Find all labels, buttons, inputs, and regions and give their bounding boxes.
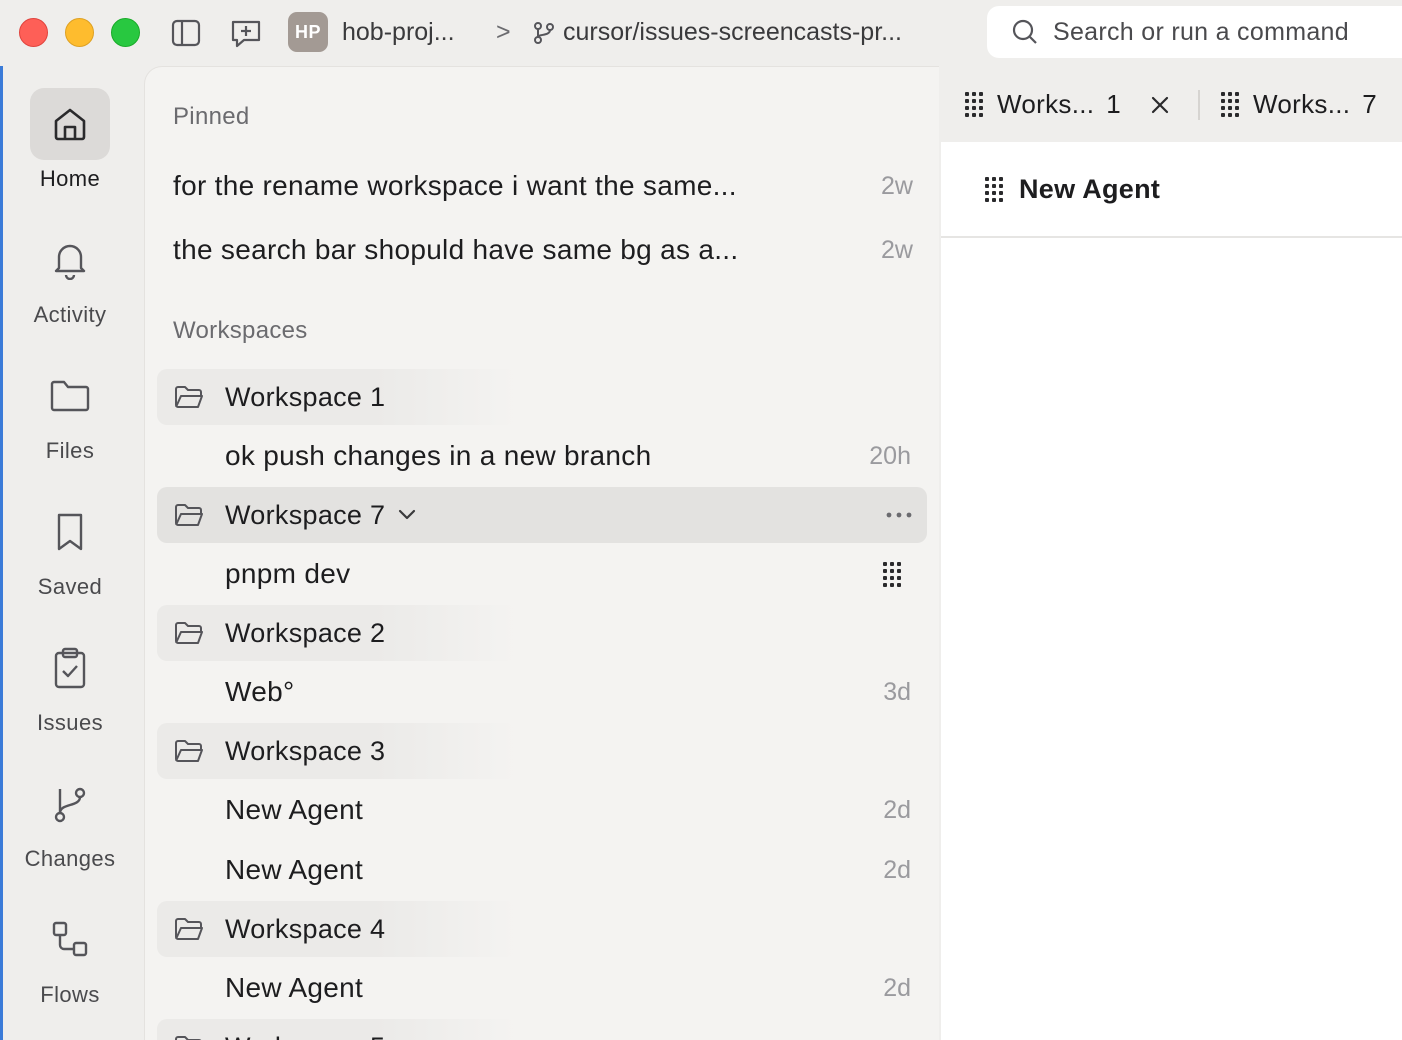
command-search[interactable]: Search or run a command — [987, 6, 1402, 58]
sidebar-toggle-icon[interactable] — [168, 15, 204, 51]
workspace-name: Workspace 3 — [225, 735, 386, 766]
nav-item-saved[interactable]: Saved — [0, 496, 140, 600]
agent-grid-icon — [985, 176, 1003, 202]
folder-open-icon — [174, 619, 206, 647]
pinned-item-title: the search bar shopuld have same bg as a… — [173, 234, 739, 265]
session-item[interactable]: New Agent 2d — [225, 845, 911, 895]
folder-icon — [30, 360, 110, 432]
agent-panel: Works... 1 Works... 7 New Agent — [941, 66, 1402, 1040]
tab-bar: Works... 1 Works... 7 — [941, 66, 1402, 142]
folder-open-icon — [174, 1033, 206, 1040]
nav-item-activity[interactable]: Activity — [0, 224, 140, 328]
workspace-name: Workspace 5 — [225, 1032, 385, 1040]
folder-open-icon — [174, 915, 206, 943]
workspace-row[interactable]: Workspace 2 — [157, 605, 517, 661]
nav-item-flows[interactable]: Flows — [0, 904, 140, 1008]
search-placeholder: Search or run a command — [1053, 17, 1349, 46]
nav-label-issues: Issues — [37, 710, 103, 735]
workspace-row[interactable]: Workspace 5 — [157, 1019, 517, 1040]
session-item[interactable]: ok push changes in a new branch 20h — [225, 431, 911, 481]
nav-item-files[interactable]: Files — [0, 360, 140, 464]
workspace-row[interactable]: Workspace 1 — [157, 369, 517, 425]
workspace-name: Workspace 1 — [225, 381, 386, 412]
close-tab-icon[interactable] — [1147, 92, 1173, 118]
project-name[interactable]: hob-proj... — [342, 16, 455, 48]
agent-header: New Agent — [941, 142, 1402, 238]
tab-workspace-1[interactable]: Works... 1 — [965, 84, 1121, 124]
pinned-item[interactable]: the search bar shopuld have same bg as a… — [173, 225, 913, 275]
nav-label-saved: Saved — [37, 574, 103, 599]
minimize-window-button[interactable] — [65, 18, 94, 47]
nav-rail: Home Activity Files Saved Issues Changes… — [0, 66, 142, 1040]
running-indicator-icon — [883, 561, 901, 587]
close-window-button[interactable] — [19, 18, 48, 47]
flow-icon — [30, 904, 110, 976]
nav-label-activity: Activity — [33, 302, 107, 327]
session-time: 20h — [869, 441, 911, 470]
git-branch-icon — [30, 768, 110, 840]
pinned-item-time: 2w — [881, 171, 913, 200]
session-item[interactable]: pnpm dev — [225, 549, 911, 599]
folder-open-icon — [174, 501, 206, 529]
tab-number: 1 — [1106, 88, 1122, 119]
tab-number: 7 — [1362, 88, 1378, 119]
bell-icon — [30, 224, 110, 296]
pinned-section-label: Pinned — [173, 103, 250, 130]
session-item[interactable]: New Agent 2d — [225, 785, 911, 835]
chevron-down-icon[interactable] — [397, 508, 417, 522]
sessions-panel: Pinned for the rename workspace i want t… — [144, 66, 939, 1040]
session-time: 2d — [883, 855, 911, 884]
workspace-row-selected[interactable]: Workspace 7 — [157, 487, 927, 543]
nav-label-home: Home — [39, 166, 101, 191]
folder-open-icon — [174, 737, 206, 765]
folder-open-icon — [174, 383, 206, 411]
workspace-name: Workspace 2 — [225, 617, 386, 648]
workspace-row[interactable]: Workspace 3 — [157, 723, 517, 779]
session-time: 2d — [883, 795, 911, 824]
home-icon — [30, 88, 110, 160]
more-options-icon[interactable] — [885, 501, 913, 529]
workspace-name: Workspace 4 — [225, 913, 386, 944]
session-title: ok push changes in a new branch — [225, 440, 652, 471]
pinned-item-time: 2w — [881, 235, 913, 264]
tab-separator — [1198, 90, 1200, 120]
nav-label-changes: Changes — [24, 846, 116, 871]
pinned-item[interactable]: for the rename workspace i want the same… — [173, 161, 913, 211]
zoom-window-button[interactable] — [111, 18, 140, 47]
agent-title: New Agent — [1019, 173, 1161, 204]
nav-label-flows: Flows — [40, 982, 100, 1007]
workspace-row[interactable]: Workspace 4 — [157, 901, 517, 957]
agent-grid-icon — [965, 91, 983, 117]
tab-workspace-7[interactable]: Works... 7 — [1221, 84, 1377, 124]
new-chat-icon[interactable] — [228, 15, 264, 51]
project-avatar[interactable]: HP — [288, 12, 328, 52]
git-branch-icon — [526, 15, 562, 51]
search-icon — [1011, 18, 1039, 46]
session-title: Web° — [225, 676, 295, 707]
title-bar: HP hob-proj... > cursor/issues-screencas… — [0, 0, 1402, 66]
session-time: 2d — [883, 973, 911, 1002]
pinned-item-title: for the rename workspace i want the same… — [173, 170, 737, 201]
nav-label-files: Files — [45, 438, 95, 463]
session-time: 3d — [883, 677, 911, 706]
session-item[interactable]: New Agent 2d — [225, 963, 911, 1013]
session-title: New Agent — [225, 972, 364, 1003]
nav-item-changes[interactable]: Changes — [0, 768, 140, 872]
agent-grid-icon — [1221, 91, 1239, 117]
workspace-name: Workspace 7 — [225, 499, 386, 530]
branch-name[interactable]: cursor/issues-screencasts-pr... — [563, 16, 902, 48]
session-title: pnpm dev — [225, 558, 351, 589]
session-title: New Agent — [225, 854, 364, 885]
workspaces-section-label: Workspaces — [173, 317, 308, 344]
bookmark-icon — [30, 496, 110, 568]
nav-item-home[interactable]: Home — [0, 88, 140, 192]
tab-label: Works... — [1253, 88, 1351, 119]
nav-item-issues[interactable]: Issues — [0, 632, 140, 736]
session-item[interactable]: Web° 3d — [225, 667, 911, 717]
session-title: New Agent — [225, 794, 364, 825]
breadcrumb-separator: > — [496, 18, 511, 46]
tab-label: Works... — [997, 88, 1095, 119]
clipboard-check-icon — [30, 632, 110, 704]
